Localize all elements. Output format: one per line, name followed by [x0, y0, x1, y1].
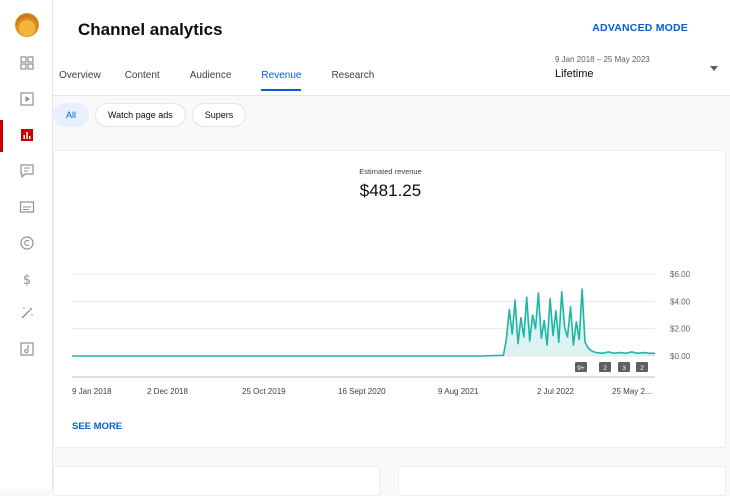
bottom-card-left — [53, 466, 380, 496]
y-tick-label: $2.00 — [670, 325, 691, 334]
dashboard-icon — [19, 56, 34, 70]
x-tick-label: 25 May 2... — [612, 387, 652, 396]
revenue-chart-card: Estimated revenue $481.25 $6.00 $4.00 $2.0… — [53, 150, 726, 448]
x-tick-label: 25 Oct 2019 — [242, 387, 286, 396]
copyright-icon — [19, 236, 34, 250]
sidebar-item-audio-library[interactable] — [0, 334, 53, 364]
x-tick-label: 16 Sept 2020 — [338, 387, 386, 396]
advanced-mode-button[interactable]: ADVANCED MODE — [592, 22, 688, 34]
sidebar-item-subtitles[interactable] — [0, 192, 53, 222]
channel-avatar[interactable] — [15, 13, 39, 37]
date-picker-value[interactable]: Lifetime — [555, 68, 594, 80]
tab-content[interactable]: Content — [125, 70, 160, 91]
tab-audience[interactable]: Audience — [190, 70, 232, 91]
y-tick-label: $6.00 — [670, 270, 691, 279]
event-marker-label: 9+ — [577, 365, 585, 372]
y-tick-label: $0.00 — [670, 352, 691, 361]
y-tick-label: $4.00 — [670, 297, 691, 306]
bottom-card-right — [398, 466, 726, 496]
event-marker-label: 2 — [640, 365, 644, 372]
x-tick-label: 2 Dec 2018 — [147, 387, 188, 396]
x-tick-label: 9 Jan 2018 — [72, 387, 112, 396]
sidebar-item-comments[interactable] — [0, 156, 53, 186]
tab-bar: Overview Content Audience Revenue Resear… — [59, 70, 374, 91]
sidebar-item-copyright[interactable] — [0, 228, 53, 258]
customization-icon — [21, 307, 33, 319]
content-icon — [19, 92, 34, 106]
page-title: Channel analytics — [78, 20, 223, 39]
main-area: Channel analytics ADVANCED MODE Overview… — [53, 0, 730, 496]
svg-text:$: $ — [22, 273, 30, 287]
tab-research[interactable]: Research — [331, 70, 374, 91]
revenue-line-chart[interactable]: $6.00 $4.00 $2.00 $0.00 9+ 2 3 2 9 Jan 2018 2 Dec… — [54, 151, 727, 449]
sidebar-item-analytics[interactable] — [0, 120, 53, 150]
chip-watch-page-ads[interactable]: Watch page ads — [95, 103, 186, 127]
event-marker-label: 2 — [603, 365, 607, 372]
audio-library-icon — [19, 342, 34, 356]
chip-supers[interactable]: Supers — [191, 103, 247, 127]
revenue-filter-chips: All Watch page ads Supers — [53, 103, 252, 127]
earn-icon: $ — [22, 273, 30, 287]
x-tick-label: 2 Jul 2022 — [537, 387, 574, 396]
see-more-link[interactable]: SEE MORE — [72, 421, 122, 432]
chip-all[interactable]: All — [53, 103, 90, 127]
dropdown-caret-icon[interactable] — [710, 66, 718, 71]
event-marker-label: 3 — [622, 365, 626, 372]
page-header: Channel analytics ADVANCED MODE Overview… — [53, 0, 730, 96]
tab-revenue[interactable]: Revenue — [261, 70, 302, 91]
x-tick-label: 9 Aug 2021 — [438, 387, 479, 396]
sidebar-item-customization[interactable] — [0, 298, 53, 328]
comments-icon — [19, 164, 34, 179]
sidebar: $ — [0, 0, 53, 489]
date-range-text: 9 Jan 2018 – 25 May 2023 — [555, 55, 650, 64]
analytics-icon — [20, 129, 33, 141]
tab-overview[interactable]: Overview — [59, 70, 101, 91]
subtitles-icon — [19, 201, 34, 213]
sidebar-item-earn[interactable]: $ — [0, 264, 53, 294]
sidebar-item-content[interactable] — [0, 84, 53, 114]
revenue-area — [72, 289, 655, 356]
sidebar-item-dashboard[interactable] — [0, 48, 53, 78]
